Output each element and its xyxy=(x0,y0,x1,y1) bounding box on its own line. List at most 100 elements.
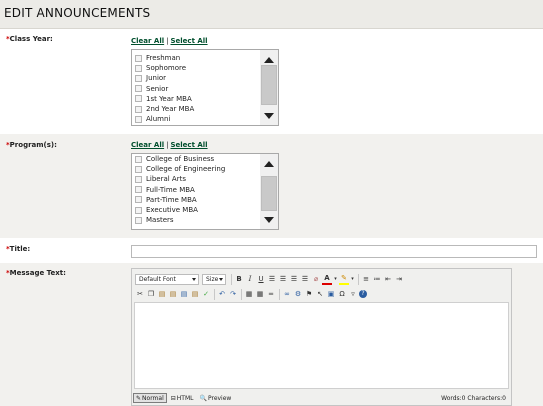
checkbox-icon[interactable] xyxy=(135,206,142,214)
checkbox-icon[interactable] xyxy=(135,74,142,82)
checkbox-icon[interactable] xyxy=(135,165,142,173)
paste-text-icon[interactable]: ▤ xyxy=(168,289,178,300)
list-item[interactable]: 1st Year MBA xyxy=(135,94,194,104)
link-icon[interactable]: ∞ xyxy=(282,289,292,300)
page-title: EDIT ANNOUNCEMENTS xyxy=(4,6,151,20)
highlight-color-icon[interactable]: ✎ xyxy=(339,274,349,285)
programs-scrollbar[interactable] xyxy=(260,154,278,229)
font-select[interactable]: Default Font xyxy=(135,273,199,285)
message-text-area[interactable] xyxy=(134,302,509,389)
html-mode-tab[interactable]: ⊟ HTML xyxy=(169,393,196,403)
list-item[interactable]: Liberal Arts xyxy=(135,174,225,184)
checkbox-icon[interactable] xyxy=(135,105,142,113)
programs-select-all-link[interactable]: Select All xyxy=(170,141,207,149)
paste-word-icon[interactable]: ▤ xyxy=(179,289,189,300)
scrollbar-thumb[interactable] xyxy=(261,176,277,211)
list-item[interactable]: Sophomore xyxy=(135,63,194,73)
eraser-icon[interactable]: ⌀ xyxy=(311,274,321,285)
checkbox-icon[interactable] xyxy=(135,216,142,224)
scroll-up-arrow-icon[interactable] xyxy=(264,161,274,167)
class-year-scrollbar[interactable] xyxy=(260,50,278,125)
checkbox-icon[interactable] xyxy=(135,186,142,194)
title-label: *Title: xyxy=(6,245,31,253)
list-item[interactable]: Full-Time MBA xyxy=(135,185,225,195)
programs-row: *Program(s): Clear All | Select All Colleg… xyxy=(0,134,543,238)
table-icon[interactable]: ▦ xyxy=(244,289,254,300)
programs-listbox[interactable]: College of Business College of Engineerin… xyxy=(131,153,279,230)
insert-table-icon[interactable]: ▦ xyxy=(255,289,265,300)
programs-links: Clear All | Select All xyxy=(131,141,208,149)
list-item[interactable]: Executive MBA xyxy=(135,205,225,215)
ordered-list-icon[interactable]: ≡ xyxy=(361,274,371,285)
list-item[interactable]: 2nd Year MBA xyxy=(135,104,194,114)
redo-icon[interactable]: ↷ xyxy=(228,289,238,300)
list-item[interactable]: Part-Time MBA xyxy=(135,195,225,205)
cut-icon[interactable]: ✂ xyxy=(135,289,145,300)
font-color-dropdown-icon[interactable]: ▾ xyxy=(333,274,338,285)
checkbox-icon[interactable] xyxy=(135,115,142,123)
scroll-up-arrow-icon[interactable] xyxy=(264,57,274,63)
rich-text-editor: Default Font Size B I U ☰ ☰ ☰ ☰ ⌀ A ▾ ✎ … xyxy=(131,268,512,406)
class-year-clear-all-link[interactable]: Clear All xyxy=(131,37,164,45)
indent-icon[interactable]: ⇥ xyxy=(394,274,404,285)
align-right-icon[interactable]: ☰ xyxy=(289,274,299,285)
special-char-icon[interactable]: Ω xyxy=(337,289,347,300)
size-select[interactable]: Size xyxy=(202,273,226,285)
outdent-icon[interactable]: ⇤ xyxy=(383,274,393,285)
select-icon[interactable]: ↖ xyxy=(315,289,325,300)
anchor-icon[interactable]: ⚑ xyxy=(304,289,314,300)
class-year-select-all-link[interactable]: Select All xyxy=(170,37,207,45)
italic-icon[interactable]: I xyxy=(245,274,255,285)
class-year-listbox[interactable]: Freshman Sophomore Junior Senior 1st Year MB… xyxy=(131,49,279,126)
format-stripper-icon[interactable]: ▿ xyxy=(348,289,358,300)
align-center-icon[interactable]: ☰ xyxy=(278,274,288,285)
list-item[interactable]: College of Business xyxy=(135,154,225,164)
list-item[interactable]: Masters xyxy=(135,215,225,225)
title-input[interactable] xyxy=(131,245,537,258)
unlink-icon[interactable]: ⚙ xyxy=(293,289,303,300)
checkbox-icon[interactable] xyxy=(135,64,142,72)
image-icon[interactable]: ▣ xyxy=(326,289,336,300)
option-label: Senior xyxy=(146,84,169,93)
checkbox-icon[interactable] xyxy=(135,85,142,93)
scroll-down-arrow-icon[interactable] xyxy=(264,113,274,119)
toolbar-separator xyxy=(214,288,215,300)
checkbox-icon[interactable] xyxy=(135,54,142,62)
list-item[interactable]: Freshman xyxy=(135,53,194,63)
copy-icon[interactable]: ❐ xyxy=(146,289,156,300)
checkbox-icon[interactable] xyxy=(135,95,142,103)
scrollbar-thumb[interactable] xyxy=(261,65,277,105)
justify-icon[interactable]: ☰ xyxy=(300,274,310,285)
paste-html-icon[interactable]: ▤ xyxy=(190,289,200,300)
spellcheck-icon[interactable]: ✓ xyxy=(201,289,211,300)
toolbar-separator xyxy=(231,273,232,285)
highlight-dropdown-icon[interactable]: ▾ xyxy=(350,274,355,285)
programs-options: College of Business College of Engineerin… xyxy=(135,154,225,225)
paste-icon[interactable]: ▤ xyxy=(157,289,167,300)
html-mode-icon: ⊟ xyxy=(170,394,176,402)
checkbox-icon[interactable] xyxy=(135,196,142,204)
underline-icon[interactable]: U xyxy=(256,274,266,285)
font-color-icon[interactable]: A xyxy=(322,274,332,285)
scroll-down-arrow-icon[interactable] xyxy=(264,217,274,223)
normal-mode-tab[interactable]: ✎ Normal xyxy=(133,393,167,403)
list-item[interactable]: Junior xyxy=(135,73,194,83)
list-item[interactable]: Senior xyxy=(135,84,194,94)
checkbox-icon[interactable] xyxy=(135,155,142,163)
help-icon[interactable]: ? xyxy=(359,290,367,298)
toolbar-separator xyxy=(241,288,242,300)
checkbox-icon[interactable] xyxy=(135,175,142,183)
option-label: Freshman xyxy=(146,54,181,63)
undo-icon[interactable]: ↶ xyxy=(217,289,227,300)
class-year-row: *Class Year: Clear All | Select All Freshm… xyxy=(0,30,543,134)
option-label: 2nd Year MBA xyxy=(146,105,195,114)
bold-icon[interactable]: B xyxy=(234,274,244,285)
unordered-list-icon[interactable]: ≔ xyxy=(372,274,382,285)
preview-mode-tab[interactable]: 🔍 Preview xyxy=(197,393,233,403)
programs-clear-all-link[interactable]: Clear All xyxy=(131,141,164,149)
align-left-icon[interactable]: ☰ xyxy=(267,274,277,285)
list-item[interactable]: Alumni xyxy=(135,114,194,124)
list-item[interactable]: College of Engineering xyxy=(135,164,225,174)
title-row: *Title: xyxy=(0,238,543,263)
horizontal-rule-icon[interactable]: ═ xyxy=(266,289,276,300)
